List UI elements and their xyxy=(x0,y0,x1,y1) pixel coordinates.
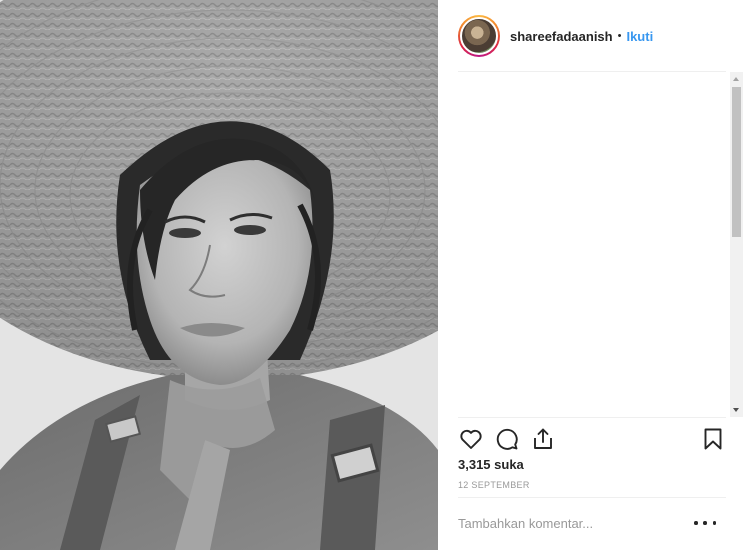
add-comment-input[interactable] xyxy=(458,509,686,537)
avatar[interactable] xyxy=(458,15,500,57)
avatar-image xyxy=(460,17,498,55)
portrait-photo xyxy=(0,0,438,550)
more-options-icon[interactable] xyxy=(694,515,716,531)
scroll-down-arrow[interactable] xyxy=(733,408,739,412)
share-icon[interactable] xyxy=(530,426,556,452)
scroll-thumb[interactable] xyxy=(732,87,741,237)
username-link[interactable]: shareefadaanish xyxy=(510,29,613,44)
post-photo[interactable] xyxy=(0,0,438,550)
comment-divider xyxy=(458,497,726,498)
dot xyxy=(712,521,716,525)
post-details: shareefadaanish • Ikuti 3,315 suka 12 SE… xyxy=(438,0,745,550)
comments-scrollbar[interactable] xyxy=(730,72,743,417)
post-modal: shareefadaanish • Ikuti 3,315 suka 12 SE… xyxy=(0,0,745,550)
scroll-up-arrow[interactable] xyxy=(733,77,739,81)
user-line: shareefadaanish • Ikuti xyxy=(510,29,653,44)
post-date[interactable]: 12 SEPTEMBER xyxy=(458,480,530,490)
comments-area xyxy=(438,72,745,417)
likes-count[interactable]: 3,315 suka xyxy=(458,457,524,472)
follow-button[interactable]: Ikuti xyxy=(626,29,653,44)
heart-icon[interactable] xyxy=(458,426,484,452)
dot xyxy=(703,521,707,525)
dot xyxy=(694,521,698,525)
bookmark-icon[interactable] xyxy=(700,426,726,452)
post-header: shareefadaanish • Ikuti xyxy=(438,0,745,72)
comment-icon[interactable] xyxy=(494,426,520,452)
action-bar xyxy=(458,424,726,454)
actions-divider xyxy=(458,417,726,418)
separator-dot: • xyxy=(617,30,622,42)
